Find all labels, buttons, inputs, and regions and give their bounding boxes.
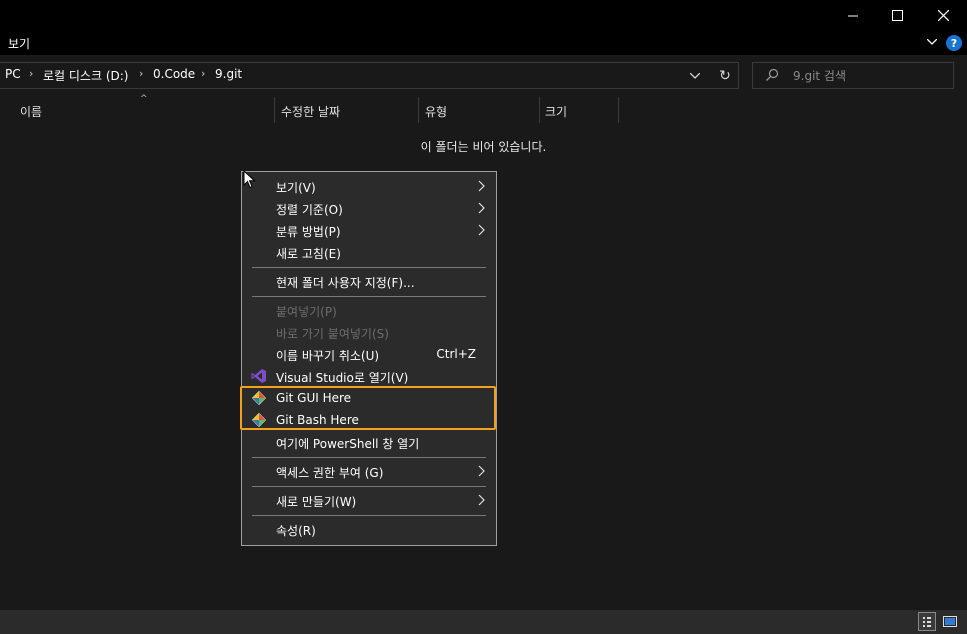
menu-item-label: 액세스 권한 부여 (G)	[276, 466, 384, 480]
breadcrumb-separator[interactable]: ›	[139, 67, 143, 80]
menu-item-label: 분류 방법(P)	[276, 225, 341, 239]
menu-item-undo-rename[interactable]: 이름 바꾸기 취소(U) Ctrl+Z	[242, 343, 496, 365]
column-divider[interactable]	[274, 97, 275, 123]
menu-item-view[interactable]: 보기(V)	[242, 175, 496, 197]
column-label: 크기	[545, 104, 568, 119]
search-icon	[766, 68, 779, 81]
chevron-right-icon	[478, 180, 485, 192]
menu-item-label: 새로 만들기(W)	[276, 495, 357, 509]
column-label: 수정한 날짜	[281, 104, 341, 119]
empty-folder-message: 이 폴더는 비어 있습니다.	[420, 140, 547, 154]
chevron-right-icon	[478, 224, 485, 236]
menu-item-properties[interactable]: 속성(R)	[242, 518, 496, 540]
close-button[interactable]	[920, 0, 966, 31]
menu-separator	[252, 515, 486, 516]
refresh-icon: ↻	[719, 68, 731, 84]
menu-item-label: 여기에 PowerShell 창 열기	[276, 437, 420, 451]
menu-item-paste: 붙여넣기(P)	[242, 299, 496, 321]
menu-item-paste-shortcut: 바로 가기 붙여넣기(S)	[242, 321, 496, 343]
menu-item-label: 정렬 기준(O)	[276, 203, 343, 217]
highlight-annotation-box	[240, 386, 496, 430]
status-bar	[0, 610, 967, 634]
column-divider[interactable]	[418, 97, 419, 123]
menu-item-group-by[interactable]: 분류 방법(P)	[242, 219, 496, 241]
minimize-icon	[848, 15, 858, 16]
large-icons-view-icon	[943, 616, 957, 627]
menu-item-refresh[interactable]: 새로 고침(E)	[242, 241, 496, 263]
maximize-icon	[891, 10, 903, 21]
menu-item-new[interactable]: 새로 만들기(W)	[242, 489, 496, 511]
minimize-button[interactable]	[830, 0, 876, 31]
mouse-cursor-icon	[243, 170, 256, 189]
search-input[interactable]	[752, 62, 954, 89]
chevron-down-icon	[690, 73, 700, 79]
menu-item-customize-folder[interactable]: 현재 폴더 사용자 지정(F)...	[242, 270, 496, 292]
menu-item-label: 보기(V)	[276, 181, 316, 195]
column-header-type[interactable]: 유형	[425, 99, 539, 123]
menu-item-give-access[interactable]: 액세스 권한 부여 (G)	[242, 460, 496, 482]
menu-item-label: 새로 고침(E)	[276, 247, 341, 261]
details-view-button[interactable]	[918, 612, 936, 631]
menu-item-label: 속성(R)	[276, 524, 316, 538]
address-history-button[interactable]	[684, 66, 706, 86]
menu-item-label: 붙여넣기(P)	[276, 305, 337, 319]
refresh-button[interactable]: ↻	[713, 66, 737, 86]
details-view-icon	[923, 617, 931, 627]
breadcrumb-local-disk[interactable]: 로컬 디스크 (D:)	[43, 67, 128, 84]
menu-item-label: Visual Studio로 열기(V)	[276, 371, 409, 385]
ribbon-expand-button[interactable]	[924, 34, 940, 50]
breadcrumb-separator[interactable]: ›	[201, 67, 205, 80]
menu-separator	[252, 267, 486, 268]
menu-item-sort-by[interactable]: 정렬 기준(O)	[242, 197, 496, 219]
maximize-button[interactable]	[874, 0, 920, 31]
column-label: 유형	[425, 104, 448, 119]
column-header-date-modified[interactable]: 수정한 날짜	[281, 99, 418, 123]
chevron-right-icon	[478, 494, 485, 506]
menu-item-label: 바로 가기 붙여넣기(S)	[276, 327, 389, 341]
ribbon-tab-view[interactable]: 보기	[8, 35, 30, 52]
large-icons-view-button[interactable]	[941, 612, 959, 631]
visual-studio-icon	[251, 369, 266, 383]
column-divider[interactable]	[618, 97, 619, 123]
chevron-down-icon	[927, 39, 937, 45]
column-label: 이름	[20, 104, 43, 119]
column-divider[interactable]	[539, 97, 540, 123]
column-header-name[interactable]: 이름	[20, 99, 274, 123]
breadcrumb-code[interactable]: 0.Code	[153, 67, 195, 81]
search-placeholder: 9.git 검색	[793, 69, 847, 83]
menu-item-label: 이름 바꾸기 취소(U)	[276, 349, 380, 363]
menu-separator	[252, 486, 486, 487]
breadcrumb-separator[interactable]: ›	[29, 67, 33, 80]
menu-separator	[252, 296, 486, 297]
title-bar	[0, 0, 967, 31]
help-icon[interactable]: ?	[946, 35, 962, 51]
menu-item-label: 현재 폴더 사용자 지정(F)...	[276, 276, 415, 290]
menu-item-shortcut: Ctrl+Z	[436, 347, 476, 361]
breadcrumb-git[interactable]: 9.git	[215, 67, 242, 81]
close-icon	[937, 10, 949, 21]
column-header-size[interactable]: 크기	[545, 99, 618, 123]
chevron-right-icon	[478, 465, 485, 477]
chevron-right-icon	[478, 202, 485, 214]
ribbon-bar	[0, 31, 967, 55]
breadcrumb-pc[interactable]: PC	[5, 67, 21, 81]
menu-item-open-visual-studio[interactable]: Visual Studio로 열기(V)	[242, 365, 496, 387]
menu-item-open-powershell[interactable]: 여기에 PowerShell 창 열기	[242, 431, 496, 453]
menu-separator	[252, 457, 486, 458]
